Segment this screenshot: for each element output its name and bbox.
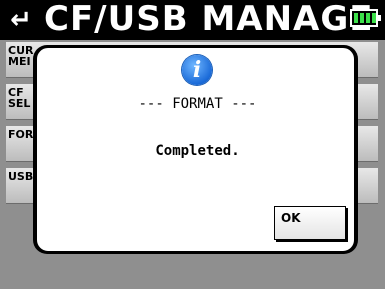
info-icon: i [182,55,212,85]
menu-item-label: USB [8,170,34,183]
dialog-heading: --- FORMAT --- [138,96,257,112]
ok-button-label: OK [281,211,301,225]
return-arrow-icon[interactable]: ↵ [6,6,36,34]
menu-item-label: CUR MEI [8,44,34,68]
dialog-message: Completed. [155,143,240,159]
page-title: CF/USB MANAGE [44,0,374,39]
ok-button[interactable]: OK [274,206,346,240]
battery-full-icon [350,9,381,27]
menu-item-label: FOR [8,128,34,141]
menu-item-label: CF SEL [8,86,31,110]
screen: ↵ CF/USB MANAGE CUR MEI CF SEL FOR USB i… [0,0,385,289]
title-bar: ↵ CF/USB MANAGE [0,0,385,40]
